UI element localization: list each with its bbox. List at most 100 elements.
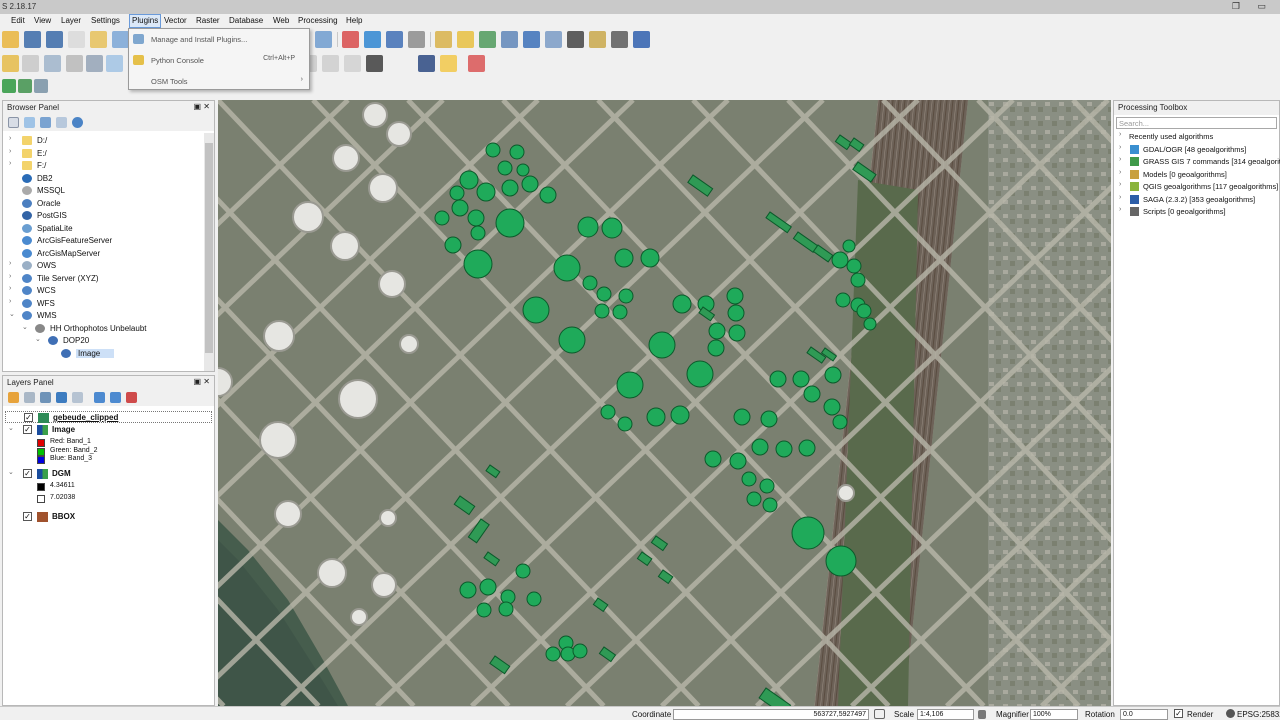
lock-scale-icon[interactable] (978, 710, 986, 719)
expand-arrow-icon[interactable]: ⌄ (9, 310, 15, 318)
tank-polygon[interactable] (746, 491, 762, 507)
tank-polygon[interactable] (618, 288, 634, 304)
tank-polygon[interactable] (594, 303, 610, 319)
close-panel-icon[interactable]: ✕ (203, 377, 210, 386)
layer-image[interactable]: ⌄ ✓ Image (5, 424, 212, 436)
remove-layer-icon[interactable] (126, 392, 137, 403)
expand-arrow-icon[interactable]: ⌄ (22, 323, 28, 331)
menu-vector[interactable]: Vector (164, 16, 187, 25)
tank-polygon[interactable] (707, 339, 725, 357)
toolbox-item-scripts-0-geoalgorithms[interactable]: › Scripts [0 geoalgorithms] (1118, 206, 1280, 218)
tank-polygon[interactable] (509, 144, 525, 160)
toolbar3-button-icon[interactable] (34, 79, 48, 93)
expand-arrow-icon[interactable]: ⌄ (8, 468, 14, 476)
magnifier-spinbox[interactable]: 100% (1030, 709, 1078, 720)
float-panel-icon[interactable]: ▣ (194, 377, 202, 386)
toolbar1-button-icon[interactable] (633, 31, 650, 48)
layer-visibility-checkbox[interactable]: ✓ (23, 511, 32, 521)
browser-item-f[interactable]: › F:/ (9, 160, 198, 172)
tank-polygon[interactable] (600, 404, 616, 420)
tank-polygon[interactable] (708, 322, 726, 340)
scale-combobox[interactable]: 1:4,106 (917, 709, 974, 720)
layer-visibility-checkbox[interactable]: ✓ (23, 468, 32, 478)
browser-item-dop20[interactable]: ⌄ DOP20 (35, 335, 198, 347)
browser-item-e[interactable]: › E:/ (9, 148, 198, 160)
tank-polygon[interactable] (760, 410, 778, 428)
menu-web[interactable]: Web (273, 16, 289, 25)
toggle-extents-icon[interactable] (874, 709, 885, 719)
tank-polygon[interactable] (526, 591, 542, 607)
expand-arrow-icon[interactable]: › (1119, 181, 1121, 188)
toolbox-search-input[interactable]: Search... (1116, 117, 1277, 129)
tank-polygon[interactable] (733, 408, 751, 426)
tank-polygon[interactable] (798, 439, 816, 457)
toolbox-item-qgis-geoalgorithms-117-geoalgorithms[interactable]: › QGIS geoalgorithms [117 geoalgorithms] (1118, 181, 1280, 193)
toolbar1-button-icon[interactable] (479, 31, 496, 48)
browser-item-postgis[interactable]: PostGIS (9, 210, 198, 222)
expand-arrow-icon[interactable]: › (9, 285, 11, 292)
tank-polygon[interactable] (521, 175, 539, 193)
tank-polygon[interactable] (686, 360, 714, 388)
window-extra-button[interactable]: ▭ (1257, 1, 1266, 12)
toolbar1-button-icon[interactable] (46, 31, 63, 48)
tank-polygon[interactable] (775, 440, 793, 458)
toolbox-item-saga-2-3-2-353-geoalgorithms[interactable]: › SAGA (2.3.2) [353 geoalgorithms] (1118, 194, 1280, 206)
tank-polygon[interactable] (572, 643, 588, 659)
tank-polygon[interactable] (729, 452, 747, 470)
tank-polygon[interactable] (727, 304, 745, 322)
expand-arrow-icon[interactable]: › (9, 135, 11, 142)
tank-polygon[interactable] (501, 179, 519, 197)
tank-polygon[interactable] (558, 326, 586, 354)
tank-polygon[interactable] (434, 210, 450, 226)
tank-polygon[interactable] (476, 182, 496, 202)
map-canvas[interactable] (218, 100, 1111, 706)
toolbar1-button-icon[interactable] (2, 31, 19, 48)
rotation-spinbox[interactable]: 0.0 (1120, 709, 1168, 720)
tank-polygon[interactable] (470, 225, 486, 241)
toolbox-item-recently-used-algorithms[interactable]: › Recently used algorithms (1118, 131, 1280, 143)
toolbar1-button-icon[interactable] (435, 31, 452, 48)
add-group-icon[interactable] (24, 392, 35, 403)
filter-legend-icon[interactable] (56, 392, 67, 403)
tank-polygon[interactable] (835, 292, 851, 308)
tank-polygon[interactable] (792, 370, 810, 388)
toolbar1-button-icon[interactable] (408, 31, 425, 48)
browser-item-wcs[interactable]: › WCS (9, 285, 198, 297)
tank-polygon[interactable] (863, 317, 877, 331)
collapse-all-icon[interactable] (110, 392, 121, 403)
browser-item-arcgismapserver[interactable]: ArcGisMapServer (9, 248, 198, 260)
menu-processing[interactable]: Processing (298, 16, 338, 25)
browser-item-tile-server-xyz[interactable]: › Tile Server (XYZ) (9, 273, 198, 285)
plugins-menu-item-osm-tools[interactable]: OSM Tools › (129, 74, 309, 88)
menu-database[interactable]: Database (229, 16, 263, 25)
tank-polygon[interactable] (769, 370, 787, 388)
toolbar2-button-icon[interactable] (86, 55, 103, 72)
toolbar1-button-icon[interactable] (545, 31, 562, 48)
tank-polygon[interactable] (825, 545, 857, 577)
expand-arrow-icon[interactable]: › (1119, 131, 1121, 138)
tank-polygon[interactable] (467, 209, 485, 227)
toolbar2-button-icon[interactable] (418, 55, 435, 72)
tank-polygon[interactable] (459, 170, 479, 190)
tank-polygon[interactable] (463, 249, 493, 279)
toolbar2-button-icon[interactable] (468, 55, 485, 72)
expand-arrow-icon[interactable]: › (9, 298, 11, 305)
browser-item-wfs[interactable]: › WFS (9, 298, 198, 310)
tank-polygon[interactable] (832, 414, 848, 430)
menu-settings[interactable]: Settings (91, 16, 120, 25)
browser-item-oracle[interactable]: Oracle (9, 198, 198, 210)
add-selected-layers-icon[interactable] (8, 117, 19, 128)
expand-arrow-icon[interactable]: › (1119, 169, 1121, 176)
tank-polygon[interactable] (704, 450, 722, 468)
layer-visibility-checkbox[interactable]: ✓ (23, 425, 32, 434)
toolbar2-button-icon[interactable] (44, 55, 61, 72)
expand-arrow-icon[interactable]: › (1119, 206, 1121, 213)
toolbar2-button-icon[interactable] (22, 55, 39, 72)
manage-visibility-icon[interactable] (40, 392, 51, 403)
properties-icon[interactable] (72, 117, 83, 128)
tank-polygon[interactable] (601, 217, 623, 239)
toolbar1-button-icon[interactable] (501, 31, 518, 48)
float-panel-icon[interactable]: ▣ (194, 102, 202, 111)
expand-arrow-icon[interactable]: › (9, 260, 11, 267)
tank-polygon[interactable] (791, 516, 825, 550)
